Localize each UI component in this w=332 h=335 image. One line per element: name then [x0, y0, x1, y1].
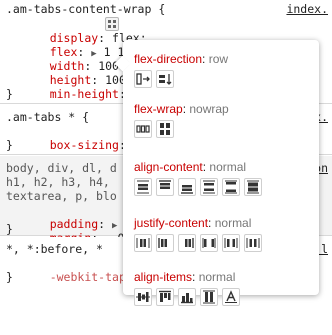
align-content-flex-start-icon: [159, 180, 171, 189]
rule-selector-line-1[interactable]: body, div, dl, d: [6, 161, 117, 175]
justify-content-space-around-icon: [224, 238, 238, 248]
justify-content-flex-end-icon: [185, 238, 194, 248]
flex-direction-section: flex-direction: row: [134, 52, 229, 88]
align-content-space-around-button[interactable]: [200, 178, 218, 196]
justify-content-label: justify-content: normal: [134, 216, 252, 230]
property-name: min-height: [49, 87, 119, 101]
flex-wrap-wrap-icon: [160, 123, 170, 135]
align-items-label: align-items: normal: [134, 270, 236, 284]
align-content-center-icon: [137, 180, 149, 194]
rule-selector[interactable]: *, *:before, *: [6, 242, 103, 256]
align-content-center-button[interactable]: [134, 178, 152, 196]
flex-wrap-section: flex-wrap: nowrap: [134, 102, 229, 138]
rule-selector-line-3[interactable]: textarea, p, blo: [6, 189, 117, 203]
align-items-flex-start-button[interactable]: [156, 288, 174, 306]
flex-direction-label: flex-direction: row: [134, 52, 229, 66]
justify-content-center-icon: [136, 238, 150, 248]
rule-source-link[interactable]: index.: [286, 2, 328, 16]
flex-direction-row-icon: [136, 73, 150, 85]
flex-wrap-nowrap-icon: [136, 125, 150, 133]
align-content-label: align-content: normal: [134, 160, 247, 174]
rule-selector-line-2[interactable]: h1, h2, h3, h4,: [6, 175, 110, 189]
justify-content-flex-end-button[interactable]: [178, 234, 196, 252]
flex-wrap-nowrap-button[interactable]: [134, 120, 152, 138]
justify-content-section: justify-content: normal: [134, 216, 262, 252]
align-content-space-around-icon: [203, 180, 215, 194]
justify-content-space-evenly-icon: [246, 238, 260, 248]
flexbox-editor-popover: flex-direction: row flex-wrap: nowrap al…: [114, 40, 319, 306]
flexbox-editor-button[interactable]: [105, 17, 119, 31]
align-content-stretch-button[interactable]: [244, 178, 262, 196]
align-items-baseline-icon: [225, 290, 237, 303]
rule-close-brace: }: [6, 138, 13, 152]
align-content-flex-end-button[interactable]: [178, 178, 196, 196]
flex-direction-column-icon: [159, 74, 172, 85]
align-items-flex-start-icon: [159, 290, 171, 302]
justify-content-space-around-button[interactable]: [222, 234, 240, 252]
flex-direction-column-button[interactable]: [156, 70, 174, 88]
rule-close-brace: }: [6, 87, 13, 101]
align-items-flex-end-icon: [181, 293, 193, 304]
justify-content-flex-start-button[interactable]: [156, 234, 174, 252]
align-items-baseline-button[interactable]: [222, 288, 240, 306]
align-content-space-between-button[interactable]: [222, 178, 240, 196]
align-items-stretch-icon: [203, 290, 215, 304]
align-items-flex-end-button[interactable]: [178, 288, 196, 306]
justify-content-center-button[interactable]: [134, 234, 152, 252]
rule-selector[interactable]: .am-tabs * {: [6, 110, 89, 124]
rule-close-brace: }: [6, 222, 13, 236]
align-items-center-icon: [136, 292, 150, 302]
align-content-section: align-content: normal: [134, 160, 262, 196]
justify-content-space-evenly-button[interactable]: [244, 234, 262, 252]
align-items-section: align-items: normal: [134, 270, 240, 306]
justify-content-flex-start-icon: [158, 238, 167, 248]
align-items-stretch-button[interactable]: [200, 288, 218, 306]
align-items-center-button[interactable]: [134, 288, 152, 306]
align-content-stretch-icon: [247, 180, 259, 194]
align-content-flex-end-icon: [181, 185, 193, 194]
align-content-flex-start-button[interactable]: [156, 178, 174, 196]
align-content-space-between-icon: [225, 180, 237, 194]
flex-direction-row-button[interactable]: [134, 70, 152, 88]
justify-content-space-between-icon: [202, 238, 216, 248]
flex-wrap-wrap-button[interactable]: [156, 120, 174, 138]
property-name: box-sizing: [49, 138, 119, 152]
rule-close-brace: }: [6, 270, 13, 284]
justify-content-space-between-button[interactable]: [200, 234, 218, 252]
rule-selector[interactable]: .am-tabs-content-wrap {: [6, 2, 165, 16]
flex-wrap-label: flex-wrap: nowrap: [134, 102, 229, 116]
